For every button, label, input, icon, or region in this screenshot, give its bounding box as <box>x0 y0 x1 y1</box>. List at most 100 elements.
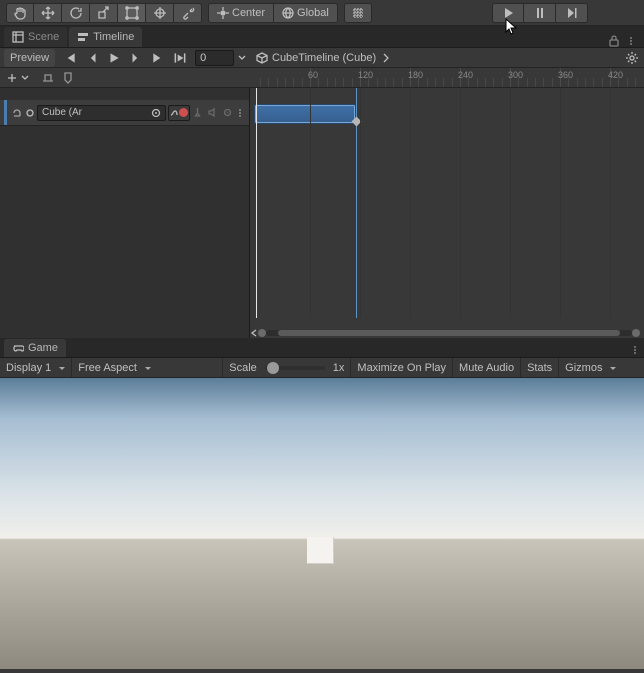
timeline-goto-end[interactable] <box>147 49 169 67</box>
pause-icon <box>533 6 547 20</box>
handle-rotation-button[interactable]: Global <box>274 3 338 23</box>
rect-icon <box>125 6 139 20</box>
prev-frame-icon <box>85 51 99 65</box>
tab-timeline[interactable]: Timeline <box>69 27 142 47</box>
preview-button[interactable]: Preview <box>4 49 55 67</box>
hand-icon <box>13 6 27 20</box>
edit-mode-toggle[interactable] <box>41 71 55 85</box>
timeline-prev-frame[interactable] <box>81 49 103 67</box>
record-button[interactable] <box>168 105 190 121</box>
timeline-asset-selector[interactable]: CubeTimeline (Cube) <box>250 49 396 67</box>
move-tool[interactable] <box>34 3 62 23</box>
play-button[interactable] <box>492 3 524 23</box>
panel-menu-button[interactable] <box>626 37 636 45</box>
ruler-label: 180 <box>408 70 423 80</box>
mute-audio-toggle[interactable]: Mute Audio <box>453 359 520 377</box>
lock-icon[interactable] <box>608 35 620 47</box>
pause-button[interactable] <box>524 3 556 23</box>
timeline-settings-button[interactable] <box>624 50 640 66</box>
scale-label: Scale <box>229 362 257 374</box>
object-picker-icon[interactable] <box>151 108 161 118</box>
marker-icon <box>61 71 75 85</box>
custom-tools[interactable] <box>174 3 202 23</box>
rendered-cube <box>307 537 334 564</box>
gridline <box>310 88 311 318</box>
animation-clip[interactable] <box>254 104 356 124</box>
game-icon <box>12 342 24 354</box>
scrollbar-track[interactable] <box>266 330 632 336</box>
rotate-tool[interactable] <box>62 3 90 23</box>
gizmos-dropdown[interactable]: Gizmos <box>559 359 622 377</box>
chevron-down-icon <box>21 74 29 82</box>
scale-value: 1x <box>333 362 345 374</box>
chevron-down-icon <box>238 54 246 62</box>
pivot-mode-button[interactable]: Center <box>208 3 274 23</box>
scale-slider[interactable] <box>265 366 325 370</box>
mute-track-icon[interactable] <box>207 107 218 118</box>
timeline-play-range[interactable] <box>169 49 191 67</box>
scale-slider-knob[interactable] <box>267 362 279 374</box>
scrollbar-thumb[interactable] <box>278 330 620 336</box>
snap-button[interactable] <box>344 3 372 23</box>
edit-icon <box>41 71 55 85</box>
center-icon <box>217 7 229 19</box>
display-label: Display 1 <box>6 362 51 374</box>
scale-control: Scale 1x <box>223 359 350 377</box>
track-binding-field[interactable]: Cube (Ar <box>37 105 166 121</box>
aspect-dropdown[interactable]: Free Aspect <box>72 359 222 377</box>
gridline <box>510 88 511 318</box>
track-empty-area[interactable] <box>0 126 249 338</box>
plus-icon <box>6 72 18 84</box>
display-dropdown[interactable]: Display 1 <box>0 359 71 377</box>
step-button[interactable] <box>556 3 588 23</box>
game-view[interactable] <box>0 378 644 669</box>
upper-panel-tabs: Scene Timeline <box>0 26 644 48</box>
clip-area[interactable] <box>250 88 644 328</box>
stats-toggle[interactable]: Stats <box>521 359 558 377</box>
play-range-icon <box>173 51 187 65</box>
scale-tool[interactable] <box>90 3 118 23</box>
tab-scene[interactable]: Scene <box>4 27 67 47</box>
stats-label: Stats <box>527 362 552 374</box>
playhead[interactable] <box>256 88 257 318</box>
scroll-left-arrow-icon[interactable] <box>250 329 258 337</box>
zoom-handle-left[interactable] <box>258 329 266 337</box>
move-icon <box>41 6 55 20</box>
scene-icon <box>12 31 24 43</box>
frame-mode-dropdown[interactable] <box>234 50 250 66</box>
marker-button[interactable] <box>61 71 75 85</box>
timeline-play-icon <box>107 51 121 65</box>
game-panel-menu-button[interactable] <box>630 346 640 354</box>
maximize-on-play-toggle[interactable]: Maximize On Play <box>351 359 452 377</box>
track-menu-button[interactable] <box>235 109 245 117</box>
timeline-play[interactable] <box>103 49 125 67</box>
frame-number-field[interactable]: 0 <box>195 50 234 66</box>
timeline-ruler[interactable]: 60120180240300360420 <box>250 68 644 88</box>
track-row[interactable]: Cube (Ar <box>0 100 249 126</box>
lock-track-icon[interactable] <box>222 107 233 118</box>
pivot-handle-group: Center Global <box>208 3 338 23</box>
timeline-horizontal-scrollbar[interactable] <box>258 328 640 338</box>
timeline-canvas[interactable] <box>250 88 644 338</box>
transform-combo-icon <box>153 6 167 20</box>
pivot-mode-label: Center <box>232 7 265 19</box>
track-binding-label: Cube (Ar <box>42 107 82 118</box>
transform-tool[interactable] <box>146 3 174 23</box>
add-track-button[interactable] <box>0 72 35 84</box>
timeline-next-frame[interactable] <box>125 49 147 67</box>
goto-start-icon <box>63 51 77 65</box>
pin-icon[interactable] <box>192 107 203 118</box>
ruler-label: 360 <box>558 70 573 80</box>
frame-marker[interactable] <box>356 88 357 318</box>
timeline-goto-start[interactable] <box>59 49 81 67</box>
hand-tool[interactable] <box>6 3 34 23</box>
zoom-handle-right[interactable] <box>632 329 640 337</box>
track-toggle-icons <box>192 107 233 118</box>
ruler-label: 240 <box>458 70 473 80</box>
tab-game[interactable]: Game <box>4 339 66 357</box>
gridline <box>610 88 611 318</box>
rect-tool[interactable] <box>118 3 146 23</box>
ruler-label: 420 <box>608 70 623 80</box>
timeline-body: Cube (Ar <box>0 88 644 338</box>
aspect-label: Free Aspect <box>78 362 137 374</box>
